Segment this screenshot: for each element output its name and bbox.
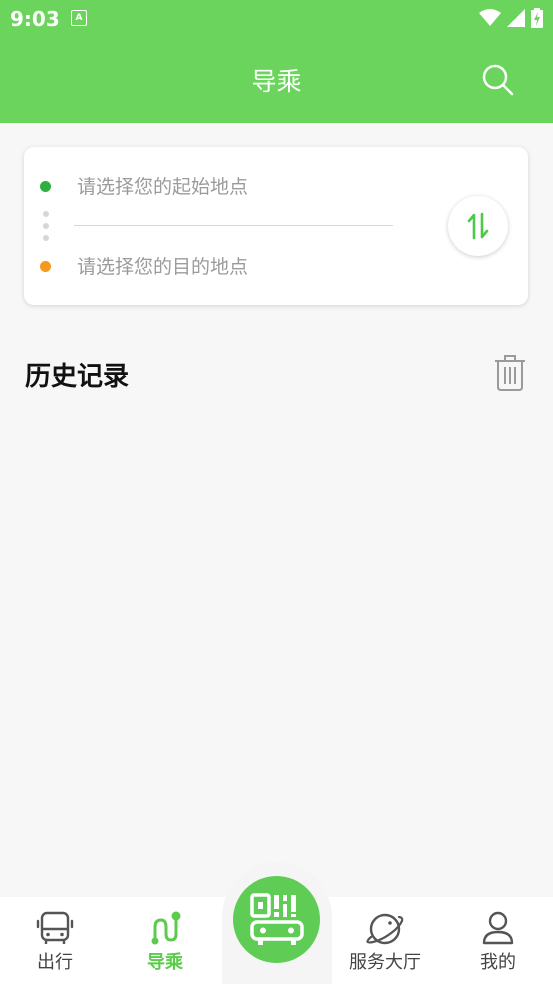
connector-dot xyxy=(43,235,49,241)
page-title: 导乘 xyxy=(251,67,302,96)
tab-guide[interactable]: 导乘 xyxy=(110,897,220,984)
swap-vertical-icon xyxy=(467,212,489,240)
connector-dot xyxy=(43,211,49,217)
route-icon xyxy=(151,911,181,945)
route-card: 请选择您的起始地点 请选择您的目的地点 xyxy=(24,147,528,305)
qr-bus-icon xyxy=(250,893,304,945)
qr-ride-button[interactable] xyxy=(233,876,320,963)
connector-dot xyxy=(43,223,49,229)
user-icon xyxy=(482,911,514,945)
tab-service-hall[interactable]: 服务大厅 xyxy=(330,897,440,984)
notification-icon: A xyxy=(71,10,87,26)
bus-icon xyxy=(36,911,74,944)
tab-label: 服务大厅 xyxy=(349,952,421,973)
search-button[interactable] xyxy=(480,62,516,98)
signal-icon xyxy=(507,9,525,27)
planet-icon xyxy=(366,913,404,945)
search-icon xyxy=(482,64,514,96)
tab-label: 出行 xyxy=(37,952,73,973)
swap-locations-button[interactable] xyxy=(448,196,508,256)
tab-mine[interactable]: 我的 xyxy=(443,897,553,984)
start-dot-icon xyxy=(40,181,51,192)
tab-label: 导乘 xyxy=(147,952,183,973)
tab-travel[interactable]: 出行 xyxy=(0,897,110,984)
wifi-icon xyxy=(479,9,501,26)
app-header: 9:03 A 导乘 xyxy=(0,0,553,123)
status-time: 9:03 xyxy=(10,7,60,31)
history-title: 历史记录 xyxy=(25,362,130,392)
field-divider xyxy=(74,225,393,226)
battery-icon xyxy=(531,8,543,28)
end-dot-icon xyxy=(40,261,51,272)
destination-field[interactable]: 请选择您的目的地点 xyxy=(77,250,392,284)
status-icons xyxy=(479,7,543,29)
trash-icon xyxy=(495,355,525,391)
start-location-field[interactable]: 请选择您的起始地点 xyxy=(77,170,392,204)
clear-history-button[interactable] xyxy=(493,355,527,391)
tab-label: 我的 xyxy=(480,952,516,973)
